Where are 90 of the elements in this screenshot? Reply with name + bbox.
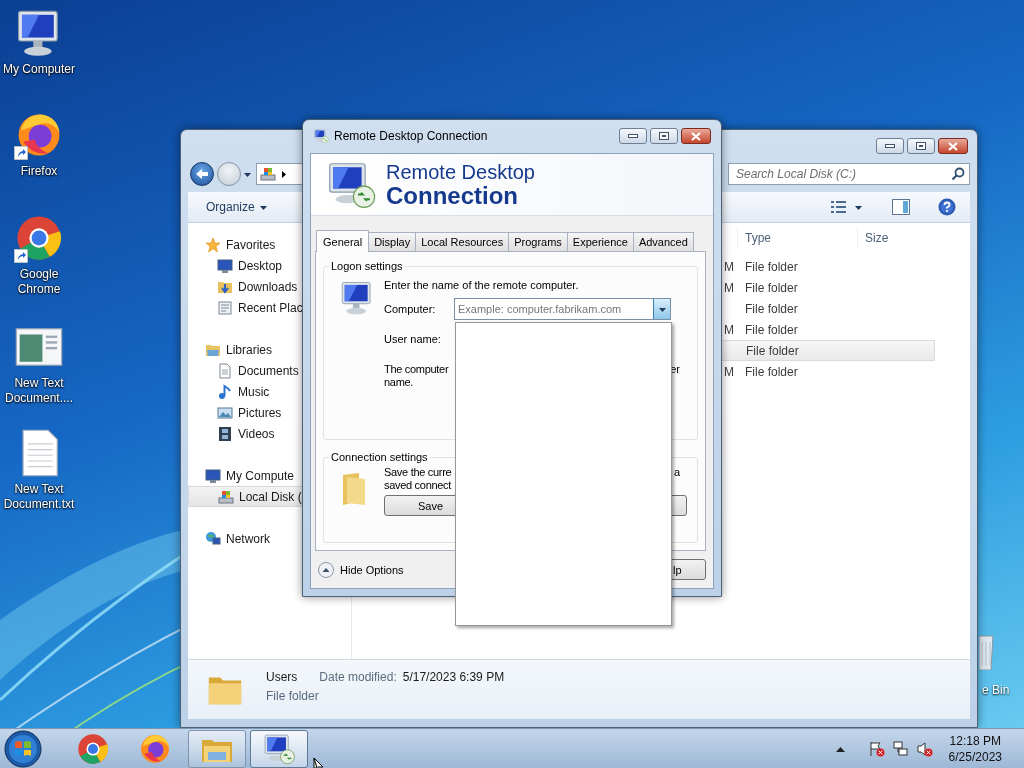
dropdown-button[interactable] <box>653 299 670 319</box>
maximize-button[interactable] <box>650 128 678 144</box>
tab[interactable]: Programs <box>508 232 568 251</box>
table-cell: M <box>724 259 734 274</box>
help-icon[interactable] <box>938 198 956 216</box>
back-button[interactable] <box>190 162 214 186</box>
computer-combobox[interactable]: Example: computer.fabrikam.com <box>454 298 671 320</box>
minimize-button[interactable] <box>876 138 904 154</box>
note-text: a <box>673 466 681 480</box>
close-icon <box>691 131 701 141</box>
maximize-icon <box>916 142 926 150</box>
table-cell: File folder <box>745 301 798 316</box>
table-cell: File folder <box>745 322 798 337</box>
start-button[interactable] <box>4 729 42 768</box>
caret-icon <box>658 305 666 313</box>
table-cell: File folder <box>745 280 798 295</box>
caret-icon <box>855 203 862 211</box>
taskbar-button[interactable] <box>250 729 308 768</box>
desktop-icon-label[interactable]: My Computer <box>0 62 78 77</box>
music-note-icon <box>217 383 233 400</box>
group-label: Logon settings <box>330 260 404 272</box>
banner-title: Connection <box>386 183 518 208</box>
search-icon <box>951 167 965 181</box>
star-icon <box>205 236 221 253</box>
file-type: File folder <box>266 689 320 703</box>
note-text: The computer name. <box>384 363 449 389</box>
desktop-icon-label[interactable]: Firefox <box>0 164 78 179</box>
date-label: Date modified: <box>319 670 397 684</box>
desktop-icon-label[interactable]: New Text Document.txt <box>0 482 78 512</box>
desktop-icon-label[interactable]: Google Chrome <box>0 267 78 297</box>
minimize-button[interactable] <box>619 128 647 144</box>
tab[interactable]: General <box>316 230 370 252</box>
document-icon <box>217 362 233 379</box>
computer-icon <box>205 467 221 484</box>
file-name: Users <box>266 670 298 684</box>
column-header[interactable]: Type <box>737 227 857 249</box>
field-label: Computer: <box>384 303 437 315</box>
network-status-icon[interactable] <box>892 740 909 757</box>
desktop-icon-label[interactable]: New Text Document.... <box>0 376 78 406</box>
table-cell: File folder <box>745 259 798 274</box>
table-cell: M <box>724 280 734 295</box>
hide-options-button[interactable]: Hide Options <box>318 561 404 578</box>
table-cell: File folder <box>745 364 798 379</box>
volume-muted-icon[interactable] <box>916 740 933 757</box>
tab[interactable]: Advanced <box>632 232 694 251</box>
chevron-icon <box>280 170 287 178</box>
table-cell: M <box>724 322 734 337</box>
close-icon <box>948 141 958 151</box>
drive-icon <box>218 488 234 505</box>
minimize-icon <box>628 134 638 138</box>
collapse-icon <box>318 561 334 578</box>
view-list-icon[interactable] <box>830 200 847 214</box>
group-label: Connection settings <box>330 451 429 463</box>
organize-menu[interactable]: Organize <box>202 198 271 216</box>
window-title: Remote Desktop Connection <box>334 129 489 143</box>
caret-icon <box>259 203 267 211</box>
film-icon <box>217 425 233 442</box>
preview-pane-icon[interactable] <box>892 199 910 215</box>
maximize-icon <box>659 132 669 140</box>
history-caret-icon <box>244 170 251 178</box>
picture-icon <box>217 404 233 421</box>
drive-icon <box>260 166 276 182</box>
show-hidden-icons-icon[interactable] <box>835 745 845 752</box>
remote-computer-icon <box>262 731 296 766</box>
close-button[interactable] <box>938 138 968 154</box>
tab[interactable]: Experience <box>566 232 634 251</box>
note-text: Save the curre saved connect <box>384 466 452 492</box>
maximize-button[interactable] <box>907 138 935 154</box>
banner-title: Remote Desktop <box>386 161 535 183</box>
table-cell: M <box>724 364 734 379</box>
column-header[interactable]: Size <box>857 227 935 249</box>
table-cell: File folder <box>746 343 799 358</box>
tab[interactable]: Display <box>368 232 417 251</box>
back-arrow-icon <box>195 168 209 180</box>
flag-warning-icon[interactable] <box>868 740 885 757</box>
network-icon <box>205 530 221 547</box>
app-icon <box>313 128 329 144</box>
instruction-text: Enter the name of the remote computer. <box>384 279 580 291</box>
desktop-icon <box>217 257 233 274</box>
clock[interactable]: 12:18 PM 6/25/2023 <box>948 732 1002 765</box>
browser-icon[interactable] <box>76 731 110 766</box>
browser-icon[interactable] <box>14 213 64 263</box>
tab[interactable]: Local Resources <box>415 232 510 251</box>
mouse-cursor-icon <box>313 758 325 768</box>
minimize-icon <box>885 144 895 148</box>
recent-places-icon <box>217 299 233 316</box>
search-field[interactable]: Search Local Disk (C:) <box>728 163 970 185</box>
close-button[interactable] <box>681 128 711 144</box>
date-value: 5/17/2023 6:39 PM <box>402 670 505 684</box>
field-label: User name: <box>384 333 442 345</box>
